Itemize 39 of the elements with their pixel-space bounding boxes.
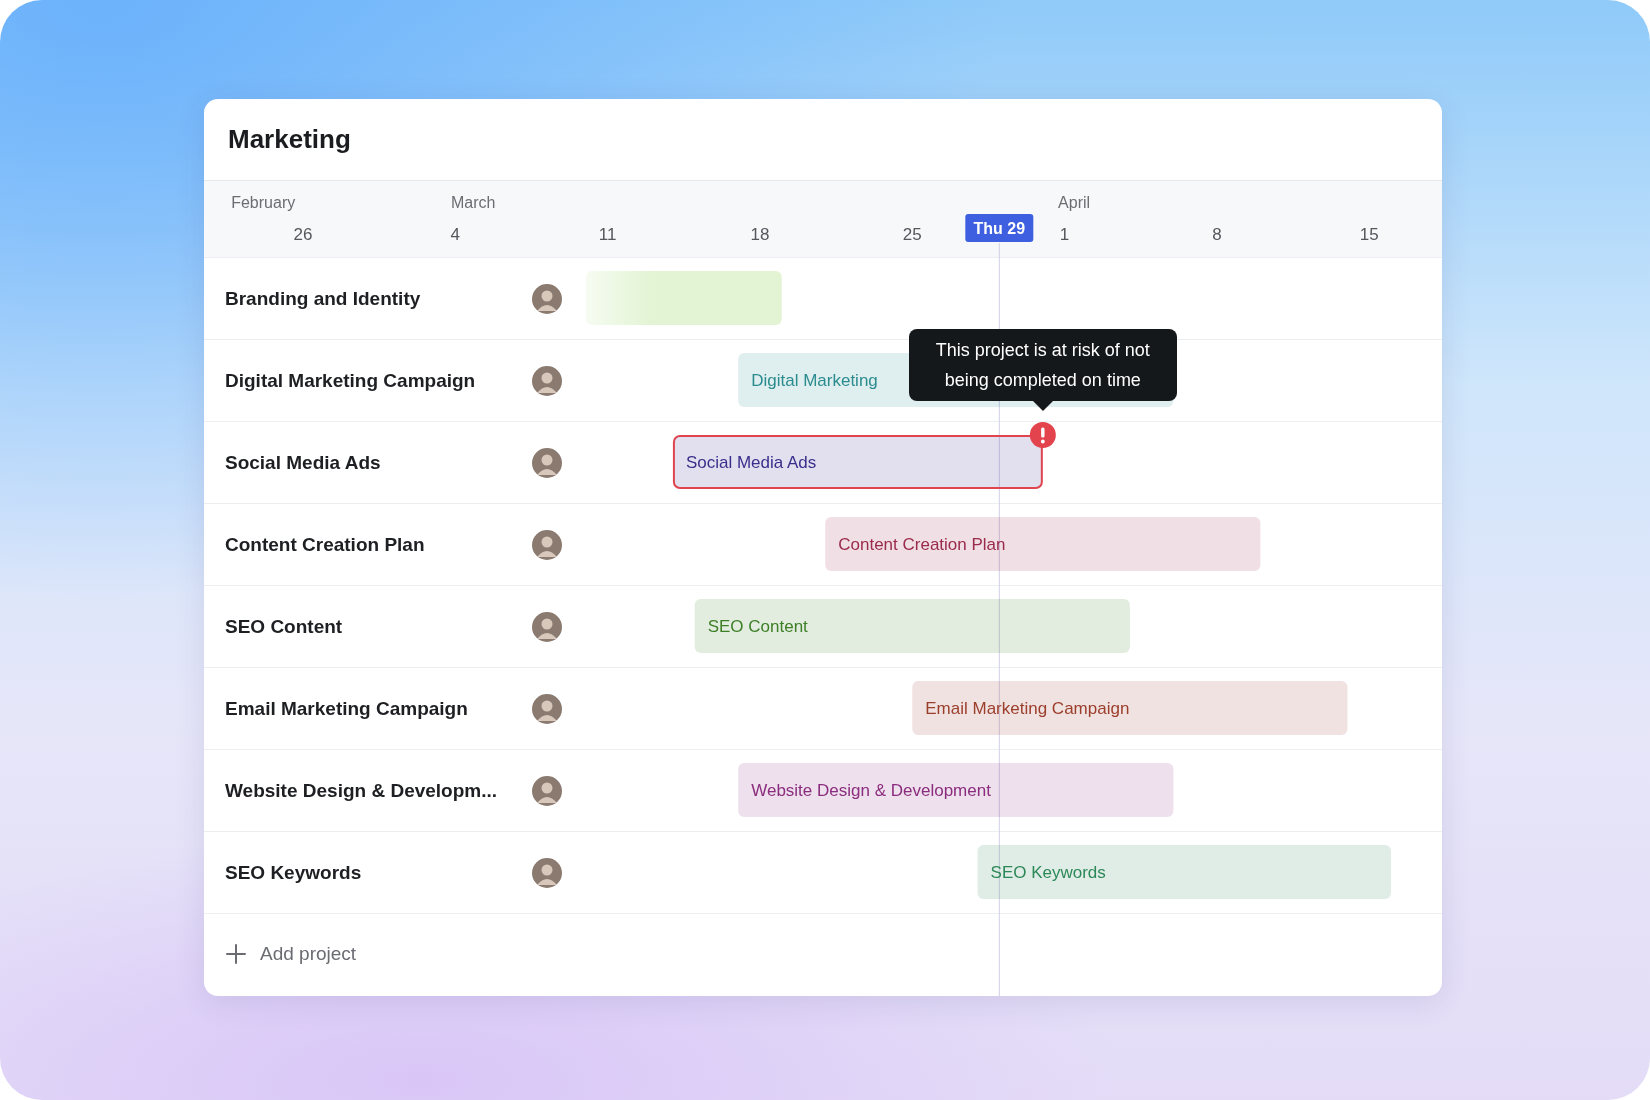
date-label: 18 (750, 225, 770, 244)
timeline-bar[interactable]: SEO Content (694, 599, 1130, 653)
month-label: March (450, 194, 496, 211)
timeline-bar[interactable]: Email Marketing Campaign (912, 681, 1348, 735)
tooltip: This project is at risk of not being completed on time (908, 329, 1177, 401)
project-name[interactable]: Website Design & Developm... (225, 750, 498, 831)
add-project-button[interactable]: Add project (204, 913, 1442, 993)
avatar-icon (532, 448, 562, 478)
avatar-icon (532, 858, 562, 888)
month-label: February (231, 194, 296, 211)
tooltip-pointer (1032, 401, 1053, 411)
timeline-bar[interactable]: Website Design & Development (738, 763, 1174, 817)
project-name[interactable]: Content Creation Plan (225, 504, 425, 585)
avatar-icon (532, 612, 562, 642)
date-label: 8 (1212, 225, 1222, 244)
avatar-icon (532, 694, 562, 724)
project-name[interactable]: Email Marketing Campaign (225, 668, 468, 749)
today-marker: Thu 29 (965, 214, 1034, 242)
date-label: 4 (450, 225, 461, 244)
timeline-bar[interactable]: SEO Keywords (977, 845, 1391, 899)
date-label: 25 (902, 225, 922, 244)
project-name[interactable]: Digital Marketing Campaign (225, 340, 476, 421)
plus-icon (226, 943, 246, 964)
avatar-icon (532, 284, 562, 314)
month-label: April (1058, 194, 1091, 211)
project-name[interactable]: SEO Content (225, 586, 343, 667)
date-label: 1 (1059, 225, 1070, 244)
timeline-bar[interactable]: Social Media Ads (672, 435, 1043, 489)
date-label: 11 (598, 225, 617, 244)
date-label: 15 (1359, 225, 1379, 244)
alert-icon[interactable] (1029, 422, 1056, 448)
project-name[interactable]: SEO Keywords (225, 832, 362, 913)
avatar-icon (532, 776, 562, 806)
timeline-bar[interactable]: Content Creation Plan (825, 517, 1261, 571)
project-name[interactable]: Branding and Identity (225, 258, 421, 339)
avatar-icon (532, 366, 562, 396)
avatar-icon (532, 530, 562, 560)
project-name[interactable]: Social Media Ads (225, 422, 381, 503)
date-label: 26 (293, 225, 313, 244)
